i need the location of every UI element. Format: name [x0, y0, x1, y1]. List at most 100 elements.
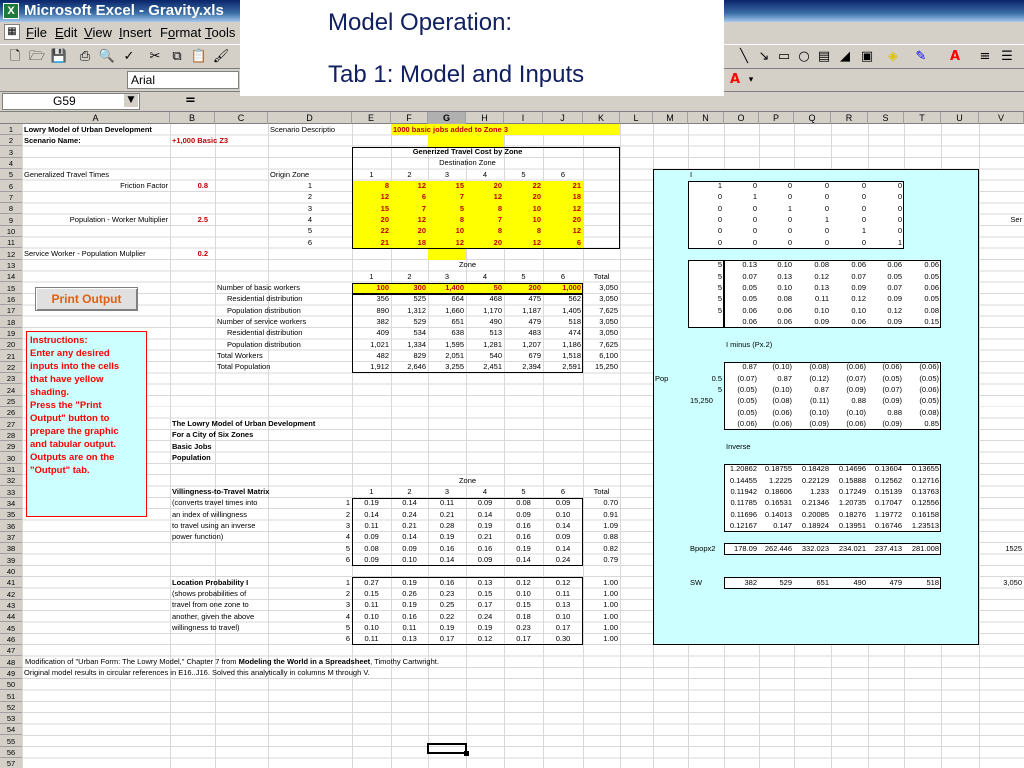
equals-icon[interactable]: =	[185, 93, 196, 108]
zone-header[interactable]: 2	[393, 272, 426, 282]
identity-cell[interactable]: 0	[870, 192, 902, 202]
row-header[interactable]: 51	[0, 691, 22, 702]
workers-cell[interactable]: 479	[506, 317, 541, 327]
travel-cost-cell[interactable]: 7	[393, 204, 426, 214]
location-cell[interactable]: 0.17	[506, 634, 541, 644]
p-matrix-cell[interactable]: 0.06	[906, 283, 939, 293]
format-painter-icon[interactable]: 🖌	[212, 48, 230, 66]
i-minus-cell[interactable]: (0.05)	[726, 408, 757, 418]
identity-cell[interactable]: 0	[761, 192, 792, 202]
location-desc[interactable]: willingness to travel)	[172, 623, 240, 633]
inverse-cell[interactable]: 0.11785	[726, 498, 757, 508]
location-cell[interactable]: 0.10	[545, 612, 581, 622]
zone-header[interactable]: 1	[354, 170, 389, 180]
travel-cost-cell[interactable]: 12	[354, 192, 389, 202]
travel-cost-cell[interactable]: 12	[393, 181, 426, 191]
p-matrix-cell[interactable]: 0.12	[796, 272, 829, 282]
i-minus-cell[interactable]: 0.87	[761, 374, 792, 384]
pop-worker-label[interactable]: Population - Worker Multiplier	[24, 215, 168, 225]
row-header[interactable]: 42	[0, 589, 22, 600]
chevron-down-icon[interactable]: ▾	[742, 71, 760, 89]
willingness-cell[interactable]: 0.14	[393, 532, 426, 542]
travel-cost-cell[interactable]: 12	[393, 215, 426, 225]
inverse-cell[interactable]: 1.20862	[726, 464, 757, 474]
workers-row-label[interactable]: Population distribution	[227, 306, 301, 316]
p-matrix-cell[interactable]: 0.13	[726, 260, 757, 270]
travel-cost-cell[interactable]: 5	[430, 204, 464, 214]
travel-cost-cell[interactable]: 21	[354, 238, 389, 248]
row-header[interactable]: 12	[0, 249, 22, 260]
workers-cell[interactable]: 200	[506, 283, 541, 293]
total-label[interactable]: Total	[585, 272, 618, 282]
workers-row-label[interactable]: Residential distribution	[227, 328, 302, 338]
column-header[interactable]: V	[979, 112, 1024, 124]
zone-header[interactable]: 5	[506, 487, 541, 497]
i-minus-cell[interactable]: (0.07)	[833, 374, 866, 384]
column-header[interactable]: I	[504, 112, 543, 124]
willingness-total[interactable]: 0.70	[585, 498, 618, 508]
footnote-solution[interactable]: Original model results in circular refer…	[24, 668, 370, 678]
column-header[interactable]: R	[831, 112, 868, 124]
fill-color-icon[interactable]: ◈	[884, 48, 902, 66]
origin-zone-label[interactable]: Origin Zone	[270, 170, 350, 180]
identity-cell[interactable]: 0	[690, 238, 722, 248]
workers-cell[interactable]: 529	[393, 317, 426, 327]
zone-header[interactable]: 5	[506, 272, 541, 282]
p-matrix-cell[interactable]: 0.05	[870, 272, 902, 282]
willingness-total[interactable]: 0.82	[585, 544, 618, 554]
p-matrix-cell[interactable]: 0.13	[761, 272, 792, 282]
travel-cost-cell[interactable]: 22	[506, 181, 541, 191]
travel-cost-cell[interactable]: 20	[468, 181, 502, 191]
willingness-cell[interactable]: 0.16	[506, 532, 541, 542]
i-minus-cell[interactable]: (0.09)	[796, 419, 829, 429]
workers-cell[interactable]: 2,051	[430, 351, 464, 361]
workers-total[interactable]: 3,050	[585, 283, 618, 293]
row-header[interactable]: 1	[0, 124, 22, 135]
workers-cell[interactable]: 1,660	[430, 306, 464, 316]
bpop-cell[interactable]: 281.008	[906, 544, 939, 554]
line-color-icon[interactable]: ✎	[912, 48, 930, 66]
workers-cell[interactable]: 300	[393, 283, 426, 293]
workers-cell[interactable]: 1,912	[354, 362, 389, 372]
identity-cell[interactable]: 0	[796, 181, 829, 191]
sw-cell[interactable]: 529	[761, 578, 792, 588]
menu-tools[interactable]: Tools	[205, 22, 235, 44]
sheet-title[interactable]: Lowry Model of Urban Development	[24, 125, 152, 135]
column-header[interactable]: E	[352, 112, 391, 124]
row-header[interactable]: 2	[0, 135, 22, 147]
sw-cell[interactable]: 651	[796, 578, 829, 588]
workers-cell[interactable]: 50	[468, 283, 502, 293]
location-total[interactable]: 1.00	[585, 578, 618, 588]
inverse-cell[interactable]: 0.12716	[906, 476, 939, 486]
p-matrix-cell[interactable]: 0.06	[726, 317, 757, 327]
i-minus-cell[interactable]: (0.08)	[761, 396, 792, 406]
location-desc[interactable]: travel from one zone to	[172, 600, 249, 610]
bpop-total[interactable]: 1525	[981, 544, 1022, 554]
travel-cost-cell[interactable]: 6	[545, 238, 581, 248]
row-header[interactable]: 27	[0, 419, 22, 430]
travel-cost-cell[interactable]: 6	[393, 192, 426, 202]
workers-cell[interactable]: 664	[430, 294, 464, 304]
i-minus-cell[interactable]: 0.85	[906, 419, 939, 429]
i-minus-cell[interactable]: (0.06)	[761, 408, 792, 418]
identity-cell[interactable]: 0	[796, 238, 829, 248]
willingness-cell[interactable]: 0.16	[430, 544, 464, 554]
inverse-cell[interactable]: 0.16746	[870, 521, 902, 531]
workers-cell[interactable]: 100	[354, 283, 389, 293]
p-col-cell[interactable]: 5	[690, 294, 722, 304]
row-header[interactable]: 40	[0, 566, 22, 577]
column-header[interactable]: N	[688, 112, 724, 124]
willingness-cell[interactable]: 0.11	[430, 498, 464, 508]
travel-cost-cell[interactable]: 22	[354, 226, 389, 236]
location-cell[interactable]: 0.18	[506, 612, 541, 622]
zone-label[interactable]: Zone	[354, 476, 581, 486]
inverse-cell[interactable]: 0.17047	[870, 498, 902, 508]
identity-cell[interactable]: 0	[833, 192, 866, 202]
willingness-cell[interactable]: 0.21	[468, 532, 502, 542]
destination-zone-label[interactable]: Destination Zone	[354, 158, 581, 168]
bpop-cell[interactable]: 332.023	[796, 544, 829, 554]
willingness-cell[interactable]: 0.14	[354, 510, 389, 520]
location-cell[interactable]: 0.15	[468, 589, 502, 599]
travel-cost-cell[interactable]: 8	[430, 215, 464, 225]
p-matrix-cell[interactable]: 0.15	[906, 317, 939, 327]
